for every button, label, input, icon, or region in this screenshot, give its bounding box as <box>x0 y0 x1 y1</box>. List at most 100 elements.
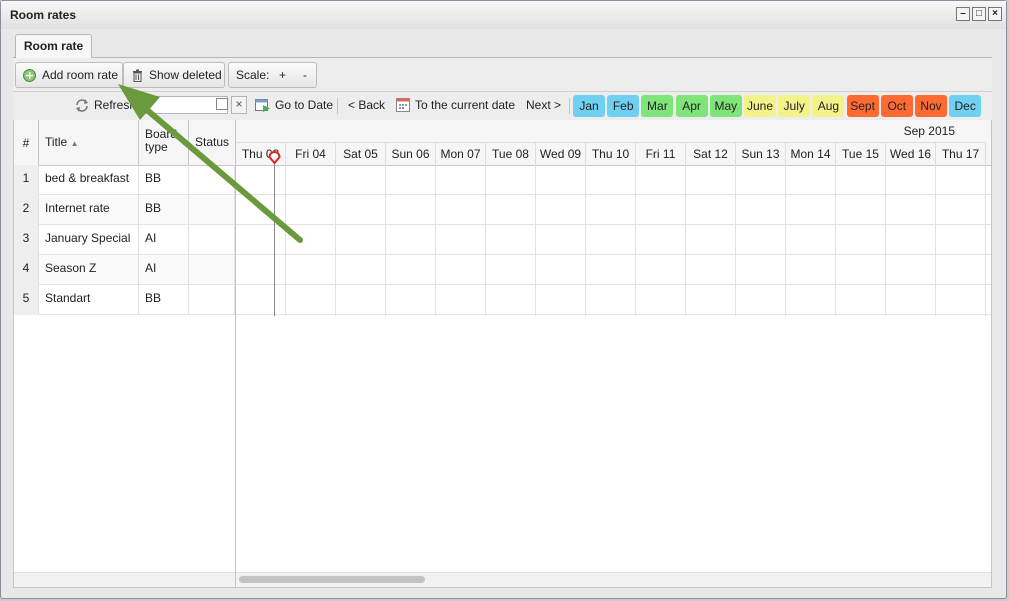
close-icon[interactable]: × <box>988 7 1002 21</box>
column-header-number: # <box>14 120 39 165</box>
month-button-feb[interactable]: Feb <box>607 95 640 117</box>
grid-header: # Title ▲ Board type Status <box>14 120 235 166</box>
scale-minus-button[interactable]: - <box>303 63 307 87</box>
calendar-day-header: Wed 09 <box>536 142 586 165</box>
row-number: 3 <box>14 225 39 255</box>
row-board-type: BB <box>139 285 189 315</box>
navigation-toolbar: Refresh × Go to Date < Back To the curre… <box>13 92 992 121</box>
scale-label: Scale: <box>236 68 270 82</box>
calendar-day-header: Fri 11 <box>636 142 686 165</box>
clear-date-icon[interactable]: × <box>231 96 247 114</box>
month-button-may[interactable]: May <box>709 95 742 117</box>
day-column-line <box>535 165 536 316</box>
show-deleted-label: Show deleted <box>149 68 222 82</box>
month-button-nov[interactable]: Nov <box>915 95 947 117</box>
month-button-jan[interactable]: Jan <box>573 95 605 117</box>
current-date-button[interactable]: To the current date <box>415 98 515 112</box>
column-header-title[interactable]: Title ▲ <box>39 120 139 165</box>
day-column-line <box>285 165 286 316</box>
month-button-aug[interactable]: Aug <box>812 95 845 117</box>
table-row[interactable]: 2 Internet rate BB <box>14 195 235 225</box>
calendar-day-header: Tue 08 <box>486 142 536 165</box>
day-column-line <box>985 165 986 316</box>
go-to-date-icon <box>255 99 270 112</box>
show-deleted-button[interactable]: Show deleted <box>123 62 225 88</box>
row-board-type: BB <box>139 165 189 195</box>
calendar-icon[interactable] <box>216 98 228 110</box>
date-input[interactable] <box>136 96 228 114</box>
scrollbar-thumb[interactable] <box>239 576 425 583</box>
calendar-day-header: Tue 15 <box>836 142 886 165</box>
maximize-icon[interactable]: □ <box>972 7 986 21</box>
row-status <box>189 195 235 225</box>
row-board-type: AI <box>139 225 189 255</box>
go-to-date-button[interactable]: Go to Date <box>275 98 333 112</box>
calendar-day-header: Mon 14 <box>786 142 836 165</box>
sort-ascending-icon: ▲ <box>70 139 79 148</box>
day-column-line <box>785 165 786 316</box>
day-column-line <box>935 165 936 316</box>
row-line <box>236 284 991 285</box>
month-button-dec[interactable]: Dec <box>949 95 982 117</box>
scale-control: Scale: + - <box>228 62 317 88</box>
calendar-day-header: Wed 16 <box>886 142 936 165</box>
column-title-label: Title <box>45 135 68 149</box>
row-line <box>236 194 991 195</box>
month-button-june[interactable]: June <box>744 95 776 117</box>
main-toolbar: Add room rate Show deleted Scale: + - <box>13 58 992 92</box>
refresh-icon <box>76 99 88 112</box>
table-row[interactable]: 5 Standart BB <box>14 285 235 315</box>
calendar-day-header: Sat 12 <box>686 142 736 165</box>
table-row[interactable]: 3 January Special AI <box>14 225 235 255</box>
add-room-rate-label: Add room rate <box>42 68 119 82</box>
month-button-apr[interactable]: Apr <box>675 95 708 117</box>
scale-plus-button[interactable]: + <box>279 63 286 87</box>
minimize-icon[interactable]: – <box>956 7 970 21</box>
back-button[interactable]: < Back <box>348 98 385 112</box>
column-header-board-type[interactable]: Board type <box>139 120 189 165</box>
row-title: Season Z <box>39 255 139 285</box>
refresh-button[interactable]: Refresh <box>94 98 136 112</box>
calendar-day-header: Sun 06 <box>386 142 436 165</box>
row-board-type: BB <box>139 195 189 225</box>
day-column-line <box>885 165 886 316</box>
row-status <box>189 285 235 315</box>
next-button[interactable]: Next > <box>526 98 561 112</box>
horizontal-scrollbar[interactable] <box>236 572 991 587</box>
add-room-rate-button[interactable]: Add room rate <box>15 62 123 88</box>
row-status <box>189 225 235 255</box>
today-marker-icon <box>268 151 281 164</box>
row-line <box>236 224 991 225</box>
row-title: Standart <box>39 285 139 315</box>
month-button-july[interactable]: July <box>778 95 811 117</box>
month-button-sept[interactable]: Sept <box>846 95 879 117</box>
calendar-today-icon <box>396 98 410 112</box>
day-column-line <box>335 165 336 316</box>
calendar-day-header: Sun 13 <box>736 142 786 165</box>
day-column-line <box>435 165 436 316</box>
table-row[interactable]: 4 Season Z AI <box>14 255 235 285</box>
title-bar: Room rates – □ × <box>1 1 1006 29</box>
day-column-line <box>485 165 486 316</box>
day-column-line <box>735 165 736 316</box>
tab-strip: Room rate <box>13 31 992 58</box>
table-row[interactable]: 1 bed & breakfast BB <box>14 165 235 195</box>
calendar-pane: Sep 2015 Thu 03 Fri 04 Sat 05 Sun 06 Mon 07 T… <box>235 120 991 587</box>
row-status <box>189 255 235 285</box>
row-number: 1 <box>14 165 39 195</box>
tab-room-rate[interactable]: Room rate <box>15 34 92 58</box>
room-rates-grid: # Title ▲ Board type Status 1 bed & break… <box>13 120 992 588</box>
separator <box>337 98 338 114</box>
month-button-mar[interactable]: Mar <box>641 95 674 117</box>
room-rates-window: Room rates – □ × Room rate Add room rate <box>0 0 1007 599</box>
month-button-oct[interactable]: Oct <box>880 95 913 117</box>
column-header-status[interactable]: Status <box>189 120 235 165</box>
window-title: Room rates <box>10 8 77 22</box>
calendar-day-header: Thu 17 <box>936 142 986 165</box>
separator <box>569 98 570 114</box>
row-status <box>189 165 235 195</box>
row-board-type: AI <box>139 255 189 285</box>
row-line <box>236 254 991 255</box>
row-title: January Special <box>39 225 139 255</box>
add-icon <box>23 69 36 82</box>
